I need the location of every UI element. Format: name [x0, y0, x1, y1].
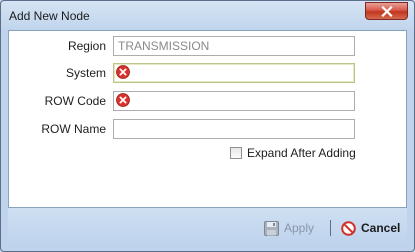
apply-button[interactable]: Apply: [264, 219, 314, 237]
close-button[interactable]: [365, 2, 408, 20]
dialog-footer: Apply Cancel: [8, 208, 407, 248]
cancel-icon: [341, 220, 356, 236]
region-field[interactable]: [113, 36, 355, 56]
form-panel: Region System ROW Code ROW Name Expand A…: [8, 30, 407, 208]
apply-label: Apply: [284, 221, 315, 235]
save-icon: [264, 220, 279, 236]
system-field[interactable]: [113, 63, 355, 83]
expand-after-adding-checkbox[interactable]: [230, 147, 242, 159]
region-label: Region: [67, 39, 106, 53]
row-name-label: ROW Name: [41, 122, 106, 136]
row-code-label: ROW Code: [44, 94, 106, 108]
system-field-wrap: [113, 63, 355, 83]
cancel-button[interactable]: Cancel: [341, 219, 400, 237]
expand-after-adding-option[interactable]: Expand After Adding: [230, 146, 356, 160]
error-icon: [116, 93, 130, 107]
add-new-node-dialog: Add New Node Region System ROW Code RO: [0, 0, 415, 252]
error-icon: [116, 65, 130, 79]
button-separator: [330, 220, 331, 236]
row-code-field[interactable]: [113, 91, 355, 111]
cancel-label: Cancel: [361, 221, 401, 235]
system-label: System: [65, 66, 106, 80]
expand-after-adding-label: Expand After Adding: [247, 146, 356, 160]
row-code-field-wrap: [113, 91, 355, 111]
row-name-field[interactable]: [113, 119, 355, 139]
close-icon: [380, 5, 393, 17]
window-title: Add New Node: [9, 9, 90, 23]
title-bar: Add New Node: [1, 1, 414, 31]
